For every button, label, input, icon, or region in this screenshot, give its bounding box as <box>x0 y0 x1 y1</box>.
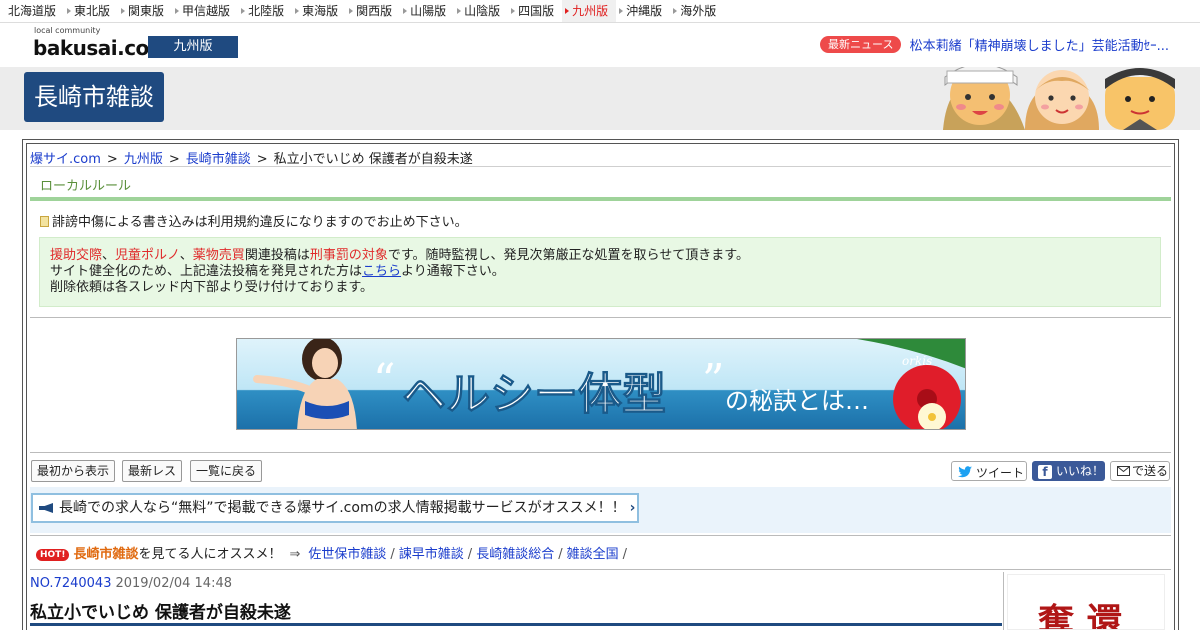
region-tab[interactable]: 海外版 <box>670 0 724 22</box>
recommend-separator: / <box>622 547 627 562</box>
board-title[interactable]: 長崎市雑談 <box>24 72 164 122</box>
job-ad-text: 長崎での求人なら“無料”で掲載できる爆サイ.comの求人情報掲載サービスがオスス… <box>59 500 626 516</box>
banner-main-text: ヘルシー体型 <box>402 369 666 420</box>
banner-quote-open: “ <box>373 355 396 406</box>
news-badge: 最新ニュース <box>820 36 902 53</box>
region-tab[interactable]: 甲信越版 <box>172 0 238 22</box>
warning-mid: 関連投稿は <box>244 248 310 263</box>
recommend-separator: / <box>558 547 563 562</box>
banner-suffix-text: の秘訣とは… <box>725 387 869 415</box>
mail-icon <box>1117 466 1130 476</box>
region-tab[interactable]: 北陸版 <box>238 0 292 22</box>
mascot-right <box>1105 68 1175 130</box>
breadcrumb-board[interactable]: 長崎市雑談 <box>186 152 251 167</box>
post-date: 2019/02/04 14:48 <box>115 576 232 591</box>
region-tab[interactable]: 関西版 <box>346 0 400 22</box>
recommend-board[interactable]: 長崎市雑談 <box>73 547 138 562</box>
megaphone-icon <box>39 503 53 513</box>
breadcrumb-current: 私立小でいじめ 保護者が自殺未遂 <box>273 152 473 167</box>
post-number[interactable]: NO.7240043 <box>30 576 111 591</box>
recommend-arrow: ⇒ <box>289 547 301 562</box>
job-ad-link[interactable]: 長崎での求人なら“無料”で掲載できる爆サイ.comの求人情報掲載サービスがオスス… <box>31 493 639 523</box>
region-tab[interactable]: 沖縄版 <box>616 0 670 22</box>
region-nav: 北海道版 東北版 関東版 甲信越版 北陸版 東海版 関西版 山陽版 山陰版 四国版 九州版 沖縄版 海外… <box>0 0 1200 23</box>
twitter-icon <box>958 465 972 478</box>
recommend-link-isahaya[interactable]: 諫早市雑談 <box>399 547 464 562</box>
breadcrumb-home[interactable]: 爆サイ.com <box>30 152 101 167</box>
site-logo[interactable]: local community bakusai.com <box>33 26 170 62</box>
warning-penalty: 刑事罰の対象 <box>309 248 388 263</box>
breadcrumb-region[interactable]: 九州版 <box>124 152 163 167</box>
chevron-right-icon: › <box>629 500 636 516</box>
recommend-separator: / <box>467 547 473 562</box>
like-label: いいね！ <box>1056 464 1105 478</box>
region-tab[interactable]: 北海道版 <box>0 0 64 22</box>
warning-term: 薬物売買 <box>192 248 245 263</box>
side-ad-text: 奪 還 <box>1038 601 1123 630</box>
rule-notice-text: 誹謗中傷による書き込みは利用規約違反になりますのでお止め下さい。 <box>52 215 468 230</box>
local-rule-heading: ローカルルール <box>30 166 1171 201</box>
region-tab[interactable]: 東北版 <box>64 0 118 22</box>
edition-badge: 九州版 <box>148 36 238 58</box>
warning-line-1: 援助交際、児童ポルノ、薬物売買関連投稿は刑事罰の対象です。随時監視し、発見次第厳… <box>50 248 1150 264</box>
warning-line-3: 削除依頼は各スレッド内下部より受け付けております。 <box>50 280 374 295</box>
recommend-text: を見てる人にオススメ！ <box>138 547 282 562</box>
post-title: 私立小でいじめ 保護者が自殺未遂 <box>30 603 291 623</box>
banner-ad[interactable]: “ ヘルシー体型 ” の秘訣とは… orkis <box>236 338 966 430</box>
post-meta: NO.7240043 2019/02/04 14:48 <box>30 576 232 591</box>
warning-line2-post: より通報下さい。 <box>401 264 505 279</box>
region-tab[interactable]: 東海版 <box>292 0 346 22</box>
breadcrumb-separator: > <box>106 152 118 167</box>
warning-line2-pre: サイト健全化のため、上記違法投稿を発見された方は <box>50 264 363 279</box>
warning-box: 援助交際、児童ポルノ、薬物売買関連投稿は刑事罰の対象です。随時監視し、発見次第厳… <box>39 237 1161 307</box>
memo-icon <box>40 216 49 227</box>
mail-label: で送る <box>1132 464 1169 478</box>
warning-term: 援助交際 <box>50 248 103 263</box>
tweet-button[interactable]: ツイート <box>951 461 1027 481</box>
hot-badge: HOT! <box>36 549 70 561</box>
back-to-list-button[interactable]: 一覧に戻る <box>190 460 263 482</box>
latest-replies-button[interactable]: 最新レス <box>122 460 183 482</box>
recommend-separator: / <box>390 547 395 562</box>
region-tab[interactable]: 山陰版 <box>454 0 508 22</box>
show-from-start-button[interactable]: 最初から表示 <box>31 460 116 482</box>
divider <box>30 569 1171 570</box>
mascot-middle <box>1025 70 1099 130</box>
logo-tagline: local community <box>34 26 101 35</box>
recommend-link-national[interactable]: 雑談全国 <box>567 547 619 562</box>
news-headline-link[interactable]: 松本莉緒「精神崩壊しました」芸能活動ｾｰ... <box>910 39 1169 54</box>
tweet-label: ツイート <box>976 466 1025 480</box>
breadcrumb: 爆サイ.com > 九州版 > 長崎市雑談 > 私立小でいじめ 保護者が自殺未遂 <box>30 148 473 167</box>
side-ad[interactable]: 奪 還 <box>1007 574 1165 630</box>
region-tab[interactable]: 山陽版 <box>400 0 454 22</box>
rule-notice: 誹謗中傷による書き込みは利用規約違反になりますのでお止め下さい。 <box>40 211 468 230</box>
warning-term: 児童ポルノ <box>115 248 180 263</box>
region-tab[interactable]: 関東版 <box>118 0 172 22</box>
warning-comma: 、 <box>179 248 193 263</box>
mail-share-button[interactable]: で送る <box>1110 461 1170 481</box>
breadcrumb-separator: > <box>256 152 268 167</box>
recommend-link-nagasaki-general[interactable]: 長崎雑談総合 <box>476 547 554 562</box>
facebook-like-button[interactable]: f いいね！ <box>1032 461 1105 481</box>
warning-line-2: サイト健全化のため、上記違法投稿を発見された方はこちらより通報下さい。 <box>50 264 1150 280</box>
banner-brand: orkis <box>902 354 932 368</box>
title-underline <box>30 623 1002 626</box>
banner-quote-close: ” <box>702 355 725 406</box>
region-tab[interactable]: 九州版 <box>562 0 617 22</box>
mascot-characters-image <box>935 67 1200 130</box>
divider <box>30 452 1171 453</box>
column-divider <box>1003 572 1004 630</box>
recommend-link-sasebo[interactable]: 佐世保市雑談 <box>308 547 386 562</box>
region-tab[interactable]: 四国版 <box>508 0 562 22</box>
warning-rest: です。随時監視し、発見次第厳正な処置を取らせて頂きます。 <box>387 248 749 263</box>
mascot-left <box>943 67 1025 130</box>
divider <box>30 535 1171 536</box>
divider <box>30 317 1171 318</box>
report-link[interactable]: こちら <box>362 264 401 279</box>
news-ticker[interactable]: 最新ニュース 松本莉緒「精神崩壊しました」芸能活動ｾｰ... <box>820 35 1200 55</box>
recommend-line: HOT! 長崎市雑談を見てる人にオススメ！ ⇒ 佐世保市雑談 / 諫早市雑談 / 長崎雑談総合… <box>36 543 631 562</box>
breadcrumb-separator: > <box>168 152 180 167</box>
facebook-icon: f <box>1038 465 1052 479</box>
warning-comma: 、 <box>102 248 116 263</box>
